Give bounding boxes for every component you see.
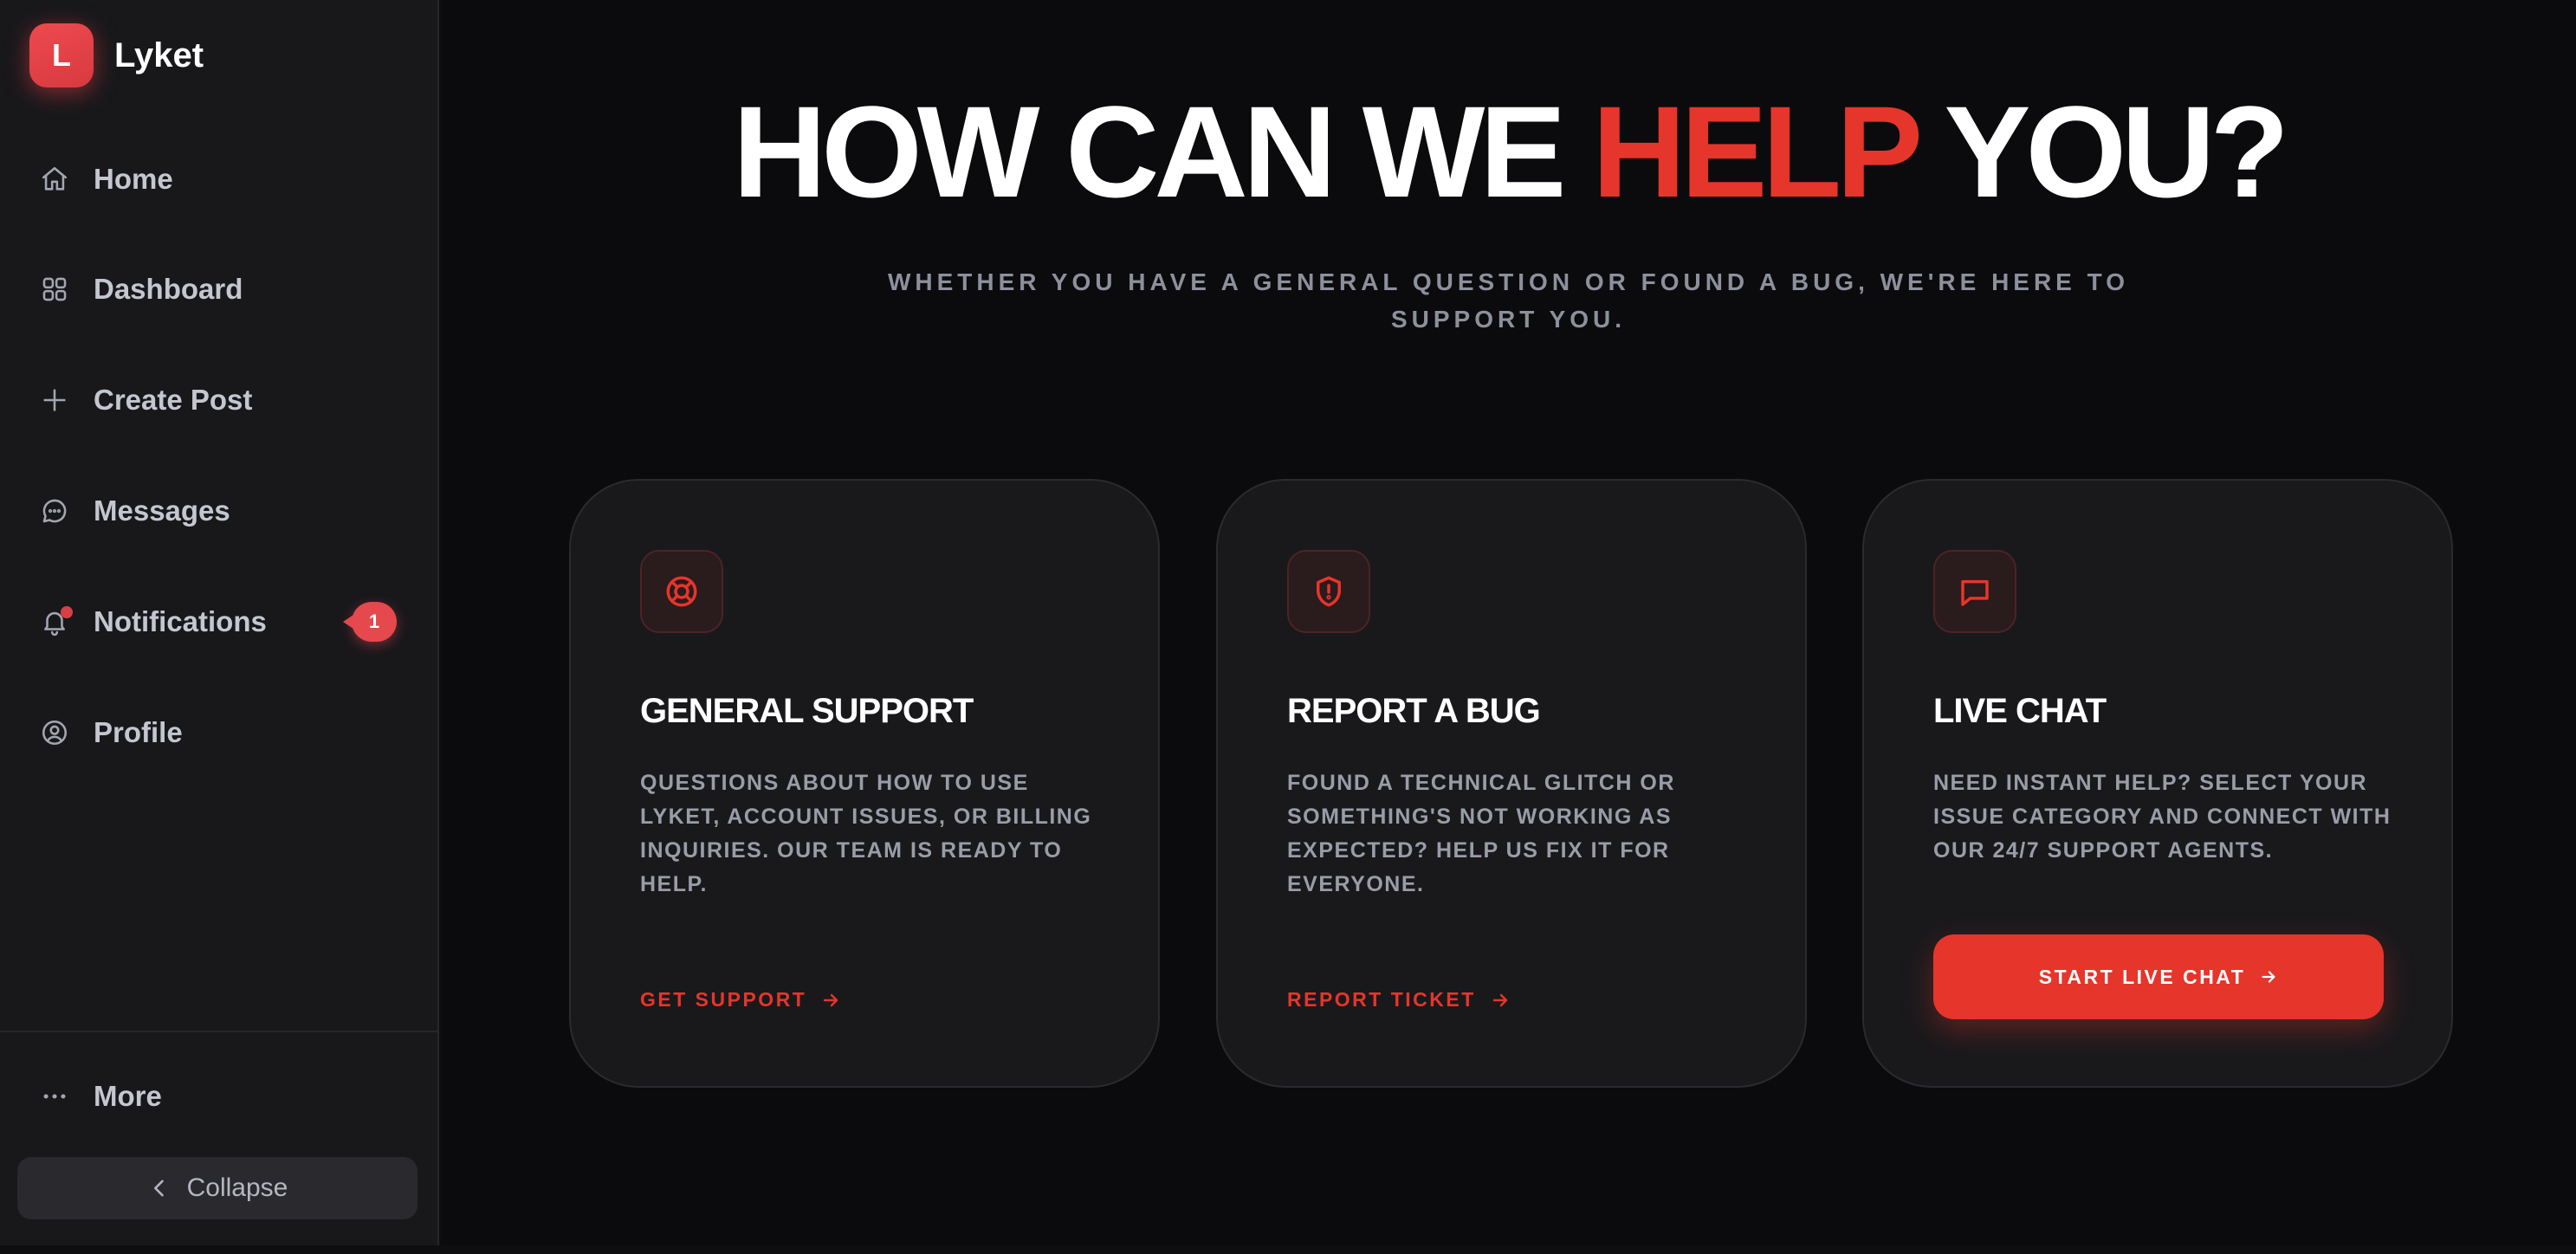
card-title: REPORT A BUG [1287, 692, 1541, 730]
brand-name: Lyket [114, 36, 204, 74]
grid-icon [38, 273, 71, 306]
sidebar-item-label: More [94, 1080, 162, 1112]
sidebar-item-more[interactable]: More [0, 1053, 437, 1140]
plus-icon [38, 384, 71, 417]
card-action-label: REPORT TICKET [1287, 988, 1476, 1011]
report-bug-card: REPORT A BUG FOUND A TECHNICAL GLITCH OR… [1216, 479, 1807, 1088]
page-subtitle: WHETHER YOU HAVE A GENERAL QUESTION OR F… [887, 268, 2130, 333]
chat-bubble-icon [38, 494, 71, 527]
sidebar-item-create-post[interactable]: Create Post [0, 357, 437, 443]
live-chat-card: LIVE CHAT NEED INSTANT HELP? SELECT YOUR… [1862, 479, 2453, 1088]
title-prefix: HOW CAN WE [732, 79, 1567, 224]
sidebar-item-label: Profile [94, 716, 183, 748]
sidebar-item-dashboard[interactable]: Dashboard [0, 246, 437, 333]
arrow-right-icon [824, 993, 838, 1006]
ellipsis-icon [38, 1080, 71, 1113]
notification-dot [61, 606, 73, 618]
card-description: FOUND A TECHNICAL GLITCH OR SOMETHING'S … [1287, 771, 1675, 896]
collapse-label: Collapse [186, 1173, 288, 1202]
sidebar-item-messages[interactable]: Messages [0, 468, 437, 554]
app-root: L Lyket Home Dashboard Create Post Messa… [0, 0, 2576, 1254]
arrow-right-icon [1492, 993, 1507, 1006]
brand-logo: L [29, 23, 94, 87]
title-suffix: YOU? [1944, 79, 2289, 224]
message-square-icon [1933, 550, 2016, 633]
main-content: HOW CAN WE HELP YOU? WHETHER YOU HAVE A … [441, 0, 2576, 1245]
lifebuoy-icon [640, 550, 723, 633]
sidebar-item-label: Dashboard [94, 273, 243, 305]
card-action-label: GET SUPPORT [640, 988, 807, 1011]
chevron-left-icon [153, 1180, 164, 1197]
arrow-right-icon [2262, 971, 2275, 983]
sidebar-divider [0, 1031, 437, 1032]
sidebar-item-notifications[interactable]: Notifications 1 [0, 579, 437, 665]
shield-alert-icon [1287, 550, 1370, 633]
get-support-link[interactable]: GET SUPPORT [640, 988, 841, 1012]
user-circle-icon [38, 716, 71, 749]
page-title: HOW CAN WE HELP YOU? [441, 87, 2576, 217]
title-accent: HELP [1592, 79, 1920, 224]
sidebar-item-label: Home [94, 163, 173, 195]
card-description: QUESTIONS ABOUT HOW TO USE LYKET, ACCOUN… [640, 771, 1092, 896]
home-icon [38, 163, 71, 196]
button-label: START LIVE CHAT [2038, 965, 2246, 988]
sidebar-item-label: Messages [94, 494, 230, 527]
sidebar: L Lyket Home Dashboard Create Post Messa… [0, 0, 439, 1245]
sidebar-item-label: Notifications [94, 605, 267, 637]
notification-count-badge: 1 [343, 602, 397, 642]
sidebar-item-label: Create Post [94, 384, 253, 416]
report-ticket-link[interactable]: REPORT TICKET [1287, 988, 1511, 1012]
sidebar-item-home[interactable]: Home [0, 136, 437, 223]
brand[interactable]: L Lyket [29, 23, 204, 87]
sidebar-item-profile[interactable]: Profile [0, 689, 437, 776]
collapse-button[interactable]: Collapse [17, 1157, 417, 1219]
page-bottom-strip [0, 1245, 2576, 1254]
card-title: LIVE CHAT [1933, 692, 2107, 730]
card-title: GENERAL SUPPORT [640, 692, 974, 730]
general-support-card: GENERAL SUPPORT QUESTIONS ABOUT HOW TO U… [569, 479, 1160, 1088]
start-live-chat-button[interactable]: START LIVE CHAT [1933, 934, 2384, 1019]
card-description: NEED INSTANT HELP? SELECT YOUR ISSUE CAT… [1933, 771, 2392, 863]
